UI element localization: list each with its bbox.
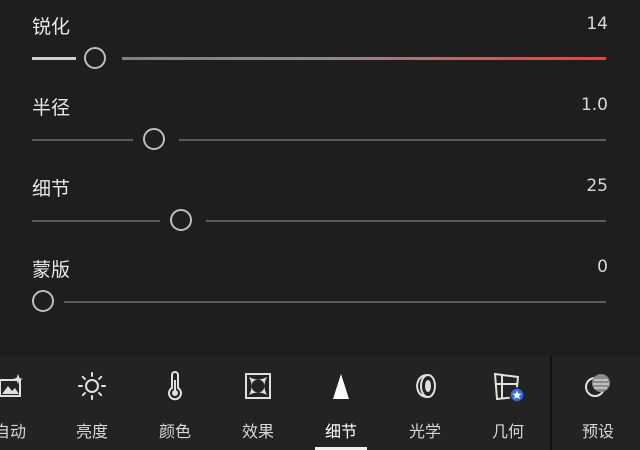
detail-panel: 锐化 14 半径 1.0 细节 25 蒙版 0 bbox=[0, 0, 640, 356]
slider-thumb[interactable] bbox=[143, 128, 165, 150]
slider-track[interactable] bbox=[32, 200, 606, 240]
tool-label: 颜色 bbox=[158, 422, 191, 441]
thermometer-icon bbox=[168, 371, 182, 401]
tool-color[interactable]: 颜色 bbox=[145, 356, 205, 450]
auto-enhance-icon bbox=[0, 374, 23, 397]
slider-value[interactable]: 25 bbox=[586, 176, 608, 196]
slider-detail: 细节 25 bbox=[0, 174, 640, 254]
tool-label: 光学 bbox=[408, 422, 441, 441]
slider-radius: 半径 1.0 bbox=[0, 93, 640, 173]
toolbar-divider bbox=[550, 356, 552, 450]
tool-geometry[interactable]: 几何 bbox=[478, 356, 538, 450]
slider-sharpening: 锐化 14 bbox=[0, 12, 640, 92]
slider-thumb[interactable] bbox=[84, 47, 106, 69]
tool-detail[interactable]: 细节 bbox=[311, 356, 371, 450]
triangle-icon bbox=[333, 374, 349, 399]
edit-toolbar: 自动 亮度 颜色 效果 细节 光学 几何 预设 bbox=[0, 356, 640, 450]
slider-track-base bbox=[32, 139, 606, 141]
slider-label: 细节 bbox=[32, 178, 71, 200]
slider-thumb[interactable] bbox=[32, 290, 54, 312]
slider-thumb[interactable] bbox=[170, 209, 192, 231]
presets-icon bbox=[585, 374, 610, 397]
tool-light[interactable]: 亮度 bbox=[62, 356, 122, 450]
slider-label: 蒙版 bbox=[32, 259, 71, 281]
tool-label: 效果 bbox=[241, 422, 274, 441]
slider-masking: 蒙版 0 bbox=[0, 255, 640, 335]
lens-icon bbox=[415, 374, 436, 398]
slider-track[interactable] bbox=[32, 119, 606, 159]
vignette-icon bbox=[245, 373, 271, 399]
tool-label: 预设 bbox=[581, 422, 614, 441]
geometry-icon bbox=[493, 372, 524, 402]
tool-optics[interactable]: 光学 bbox=[395, 356, 455, 450]
tool-effects[interactable]: 效果 bbox=[228, 356, 288, 450]
slider-value[interactable]: 0 bbox=[597, 257, 608, 277]
slider-label: 半径 bbox=[32, 97, 71, 119]
slider-fill bbox=[32, 57, 76, 60]
slider-track-base bbox=[32, 301, 606, 303]
tool-presets[interactable]: 预设 bbox=[568, 356, 628, 450]
slider-value[interactable]: 14 bbox=[586, 14, 608, 34]
tool-label: 亮度 bbox=[75, 422, 108, 441]
tool-label: 几何 bbox=[491, 422, 524, 441]
slider-track[interactable] bbox=[32, 38, 606, 78]
sun-icon bbox=[78, 372, 106, 400]
tool-label: 自动 bbox=[0, 422, 26, 441]
slider-track[interactable] bbox=[28, 281, 606, 321]
tool-label: 细节 bbox=[324, 422, 357, 441]
slider-track-base bbox=[32, 220, 606, 222]
slider-label: 锐化 bbox=[32, 16, 71, 38]
slider-value[interactable]: 1.0 bbox=[581, 95, 608, 115]
tool-auto[interactable]: 自动 bbox=[0, 356, 40, 450]
